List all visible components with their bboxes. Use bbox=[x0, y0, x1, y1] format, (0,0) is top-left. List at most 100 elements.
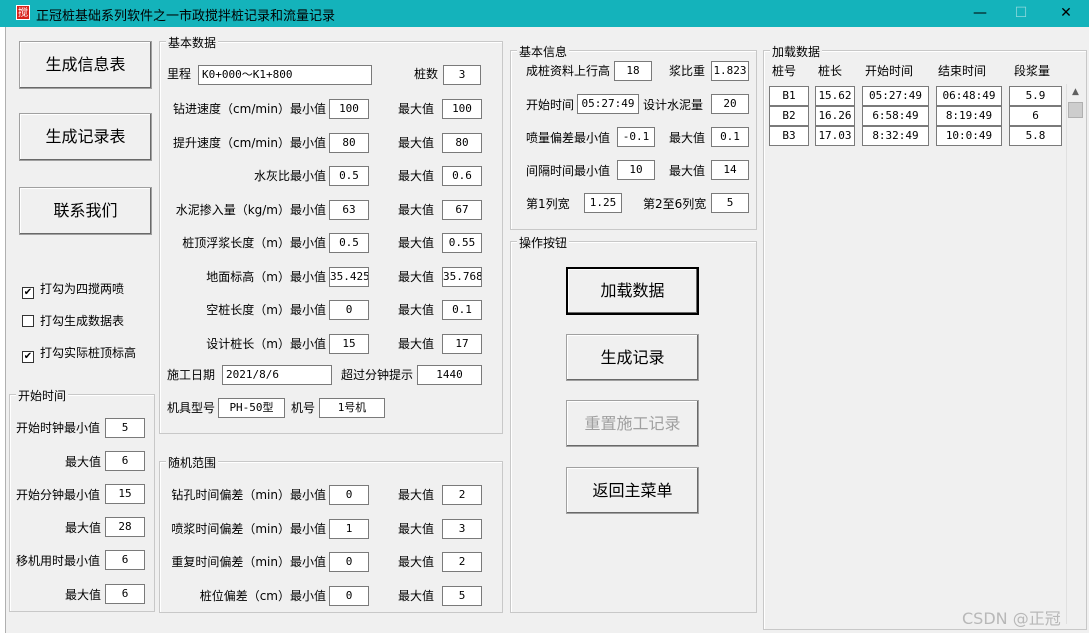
label: 间隔时间最小值 bbox=[526, 164, 611, 178]
raise-field[interactable]: 18 bbox=[614, 61, 652, 81]
label: 最大值 bbox=[65, 588, 102, 602]
group-title: 开始时间 bbox=[16, 387, 69, 404]
hour-max-field[interactable]: 6 bbox=[105, 451, 145, 471]
column-header-pile-length: 桩长 bbox=[818, 64, 843, 78]
min-field[interactable]: 0 bbox=[329, 300, 369, 320]
load-data-button[interactable]: 加载数据 bbox=[566, 267, 699, 315]
table-cell[interactable]: 06:48:49 bbox=[936, 86, 1002, 106]
checkbox-box[interactable]: ✔ bbox=[22, 351, 34, 363]
mileage-field[interactable]: K0+000～K1+800 bbox=[198, 65, 372, 85]
col1-width-field[interactable]: 1.25 bbox=[584, 193, 622, 213]
table-cell[interactable]: B3 bbox=[769, 126, 809, 146]
label: 开始分钟最小值 bbox=[16, 488, 101, 502]
window-title: 正冠桩基础系列软件之一市政搅拌桩记录和流量记录 bbox=[36, 9, 336, 24]
date-field[interactable]: 2021/8/6 bbox=[222, 365, 332, 385]
move-min-field[interactable]: 6 bbox=[105, 550, 145, 570]
interval-max-field[interactable]: 14 bbox=[711, 160, 749, 180]
min-field[interactable]: 63 bbox=[329, 199, 369, 220]
min-field[interactable]: 35.425 bbox=[329, 266, 369, 287]
label: 最大值 bbox=[65, 455, 102, 469]
title-bar[interactable]: 搅 正冠桩基础系列软件之一市政搅拌桩记录和流量记录 — ☐ ✕ bbox=[0, 0, 1089, 27]
max-label: 最大值 bbox=[398, 336, 435, 351]
group-title: 操作按钮 bbox=[517, 234, 570, 251]
max-field[interactable]: 35.768 bbox=[442, 266, 482, 287]
scroll-thumb[interactable] bbox=[1068, 102, 1083, 118]
table-cell[interactable]: 6 bbox=[1009, 106, 1062, 126]
minute-min-field[interactable]: 15 bbox=[105, 484, 145, 504]
minute-max-field[interactable]: 28 bbox=[105, 517, 145, 537]
gen-info-button[interactable]: 生成信息表 bbox=[19, 41, 152, 89]
max-field[interactable]: 17 bbox=[442, 333, 482, 354]
max-field[interactable]: 2 bbox=[442, 485, 482, 505]
spray-dev-min-field[interactable]: -0.1 bbox=[617, 127, 655, 147]
interval-min-field[interactable]: 10 bbox=[617, 160, 655, 180]
group-title: 加载数据 bbox=[770, 43, 823, 60]
label: 超过分钟提示 bbox=[341, 368, 414, 382]
checkbox-four-stir[interactable]: ✔ 打勾为四搅两喷 bbox=[22, 282, 124, 299]
machine-type-field[interactable]: PH-50型 bbox=[218, 398, 285, 418]
minimize-button[interactable]: — bbox=[957, 0, 1003, 27]
gen-record-button[interactable]: 生成记录表 bbox=[19, 113, 152, 161]
over-minutes-field[interactable]: 1440 bbox=[417, 365, 482, 385]
min-field[interactable]: 15 bbox=[329, 333, 369, 354]
max-field[interactable]: 80 bbox=[442, 132, 482, 153]
max-label: 最大值 bbox=[398, 303, 435, 317]
table-cell[interactable]: 16.26 bbox=[815, 106, 855, 126]
table-cell[interactable]: 15.62 bbox=[815, 86, 855, 106]
max-field[interactable]: 5 bbox=[442, 585, 482, 606]
table-cell[interactable]: 5.9 bbox=[1009, 86, 1062, 106]
max-field[interactable]: 100 bbox=[442, 99, 482, 119]
vertical-scrollbar[interactable]: ▲ bbox=[1066, 84, 1083, 624]
reset-record-button[interactable]: 重置施工记录 bbox=[566, 400, 699, 447]
min-field[interactable]: 0.5 bbox=[329, 166, 369, 186]
move-max-field[interactable]: 6 bbox=[105, 584, 145, 604]
max-field[interactable]: 67 bbox=[442, 199, 482, 220]
column-header-slurry: 段浆量 bbox=[1014, 64, 1051, 78]
table-cell[interactable]: 10:0:49 bbox=[936, 126, 1002, 146]
max-field[interactable]: 0.6 bbox=[442, 166, 482, 186]
spray-dev-max-field[interactable]: 0.1 bbox=[711, 127, 749, 147]
checkbox-actual-elevation[interactable]: ✔ 打勾实际桩顶标高 bbox=[22, 346, 136, 363]
min-field[interactable]: 1 bbox=[329, 518, 369, 539]
checkbox-box[interactable] bbox=[22, 315, 34, 327]
max-label: 最大值 bbox=[398, 102, 435, 116]
min-field[interactable]: 0 bbox=[329, 585, 369, 606]
pile-count-field[interactable]: 3 bbox=[443, 65, 481, 85]
close-button[interactable]: ✕ bbox=[1043, 0, 1089, 27]
col2-6-width-field[interactable]: 5 bbox=[711, 193, 749, 213]
min-field[interactable]: 0.5 bbox=[329, 233, 369, 253]
checkbox-gen-table[interactable]: 打勾生成数据表 bbox=[22, 314, 124, 328]
maximize-button[interactable]: ☐ bbox=[998, 0, 1044, 27]
table-cell[interactable]: 17.03 bbox=[815, 126, 855, 146]
checkbox-box[interactable]: ✔ bbox=[22, 287, 34, 299]
contact-us-button[interactable]: 联系我们 bbox=[19, 187, 152, 235]
back-to-menu-button[interactable]: 返回主菜单 bbox=[566, 467, 699, 514]
table-cell[interactable]: 5.8 bbox=[1009, 126, 1062, 146]
table-cell[interactable]: 8:32:49 bbox=[862, 126, 929, 146]
hour-min-field[interactable]: 5 bbox=[105, 418, 145, 438]
max-field[interactable]: 0.55 bbox=[442, 233, 482, 253]
table-cell[interactable]: B2 bbox=[769, 106, 809, 126]
row-label: 喷浆时间偏差（min）最小值 bbox=[171, 521, 326, 536]
table-cell[interactable]: 05:27:49 bbox=[862, 86, 929, 106]
app-icon: 搅 bbox=[16, 5, 30, 20]
start-time-field[interactable]: 05:27:49 bbox=[577, 94, 639, 114]
design-cement-field[interactable]: 20 bbox=[711, 94, 749, 114]
min-field[interactable]: 0 bbox=[329, 485, 369, 505]
table-cell[interactable]: 6:58:49 bbox=[862, 106, 929, 126]
max-field[interactable]: 3 bbox=[442, 518, 482, 539]
generate-record-button[interactable]: 生成记录 bbox=[566, 334, 699, 381]
machine-no-field[interactable]: 1号机 bbox=[319, 398, 385, 418]
table-cell[interactable]: 8:19:49 bbox=[936, 106, 1002, 126]
max-label: 最大值 bbox=[398, 588, 435, 603]
scroll-up-icon[interactable]: ▲ bbox=[1067, 84, 1084, 101]
max-field[interactable]: 2 bbox=[442, 552, 482, 572]
min-field[interactable]: 100 bbox=[329, 99, 369, 119]
column-header-pile-no: 桩号 bbox=[772, 64, 797, 78]
min-field[interactable]: 0 bbox=[329, 552, 369, 572]
slurry-ratio-field[interactable]: 1.823 bbox=[711, 61, 749, 81]
table-cell[interactable]: B1 bbox=[769, 86, 809, 106]
max-label: 最大值 bbox=[398, 169, 435, 183]
max-field[interactable]: 0.1 bbox=[442, 300, 482, 320]
min-field[interactable]: 80 bbox=[329, 132, 369, 153]
